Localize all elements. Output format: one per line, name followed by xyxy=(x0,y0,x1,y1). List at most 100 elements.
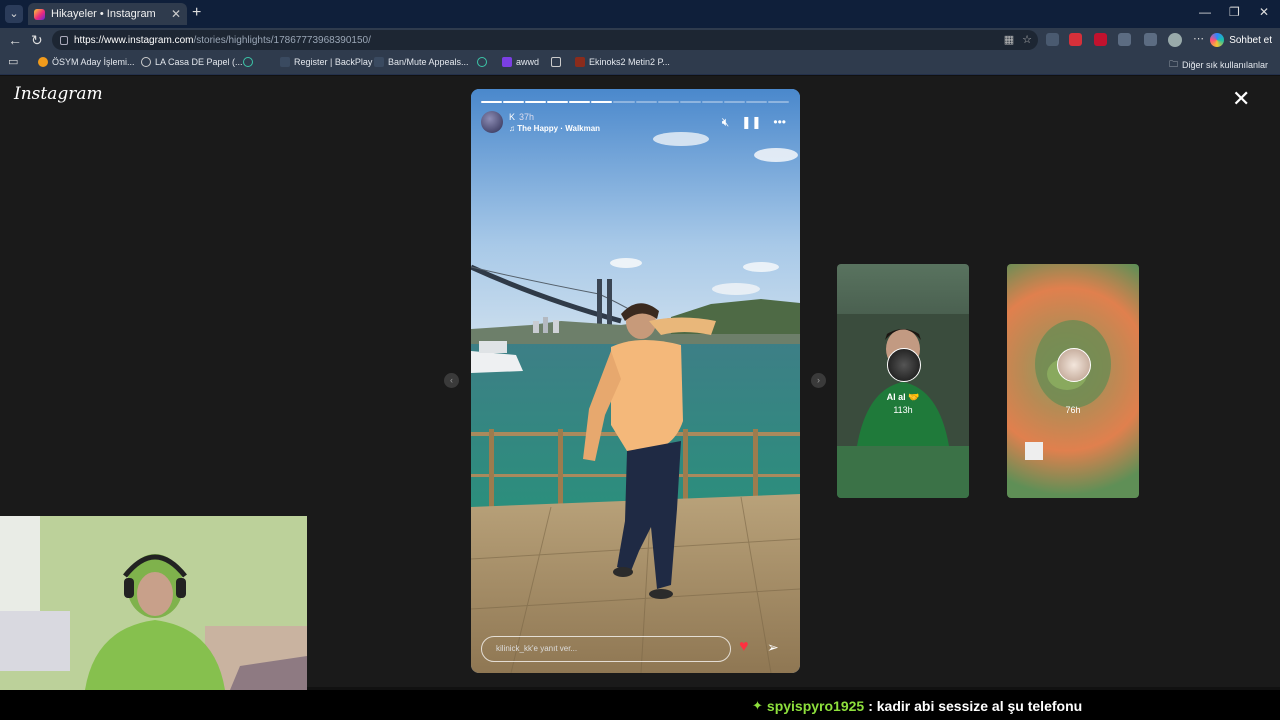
bookmark-page[interactable] xyxy=(551,57,565,67)
bookmarks-bar: ▭ ÖSYM Aday İşlemi... LA Casa DE Papel (… xyxy=(0,52,1280,75)
mute-icon[interactable]: 🔇︎ xyxy=(722,115,730,130)
refresh-icon[interactable]: ↻ xyxy=(31,32,43,49)
send-icon[interactable]: ➢ xyxy=(767,639,779,656)
screen: ⌄ Hikayeler • Instagram ✕ + — ❐ ✕ ← ↻ ht… xyxy=(0,0,1280,720)
bookmark-label: Ban/Mute Appeals... xyxy=(388,57,469,67)
song-label: The Happy · Walkman xyxy=(517,124,601,133)
chat-text: : kadir abi sessize al şu telefonu xyxy=(868,698,1083,714)
progress-segment xyxy=(591,101,613,103)
progress-segment xyxy=(547,101,569,103)
story-controls: 🔇︎ ❚❚ ••• xyxy=(722,115,786,130)
story-header: K 37h ♫ The Happy · Walkman xyxy=(481,111,600,135)
story-username[interactable]: K xyxy=(509,112,515,122)
tab-strip: ⌄ Hikayeler • Instagram ✕ + — ❐ ✕ xyxy=(0,0,1280,28)
favorites-icon[interactable] xyxy=(1144,33,1157,46)
openai-icon xyxy=(243,57,253,67)
profile-avatar[interactable] xyxy=(1168,33,1182,47)
story-time: 37h xyxy=(519,112,535,122)
awwd-icon xyxy=(502,57,512,67)
stream-bottom-bar xyxy=(0,690,1280,720)
progress-segment xyxy=(723,101,745,103)
close-story-icon[interactable]: ✕ xyxy=(1232,88,1250,110)
bookmark-la-casa[interactable]: LA Casa DE Papel (... xyxy=(141,57,243,67)
sidebar-icon[interactable]: ▭ xyxy=(8,55,18,68)
highlight-time: 76h xyxy=(1065,405,1081,415)
like-heart-icon[interactable]: ♥ xyxy=(739,638,749,656)
next-story-arrow-icon[interactable]: › xyxy=(811,373,826,388)
apps-icon[interactable]: ▦ xyxy=(1004,33,1014,46)
bookmark-label: Register | BackPlay xyxy=(294,57,373,67)
metin2-icon xyxy=(575,57,585,67)
story-song[interactable]: ♫ The Happy · Walkman xyxy=(509,123,600,135)
progress-segment xyxy=(525,101,547,103)
other-bookmarks-folder[interactable]: 🗀 Diğer sık kullanılanlar xyxy=(1169,57,1268,73)
bookmark-label: ÖSYM Aday İşlemi... xyxy=(52,57,135,67)
webcam-overlay xyxy=(0,516,307,690)
instagram-favicon-icon xyxy=(34,8,45,20)
progress-segment xyxy=(569,101,591,103)
bookmark-awwd[interactable]: awwd xyxy=(502,57,539,67)
openai-icon xyxy=(477,57,487,67)
story-user-avatar[interactable] xyxy=(481,111,503,133)
progress-segment xyxy=(768,101,790,103)
bookmark-label: Ekinoks2 Metin2 P... xyxy=(589,57,670,67)
highlight-avatar xyxy=(887,348,921,382)
bookmark-chatgpt[interactable] xyxy=(243,57,257,67)
bookmark-osym[interactable]: ÖSYM Aday İşlemi... xyxy=(38,57,135,67)
red-extension-icon[interactable] xyxy=(1094,33,1107,46)
more-menu-icon[interactable]: ⋯ xyxy=(1193,32,1204,45)
close-window-icon[interactable]: ✕ xyxy=(1259,5,1269,19)
browser-toolbar: ← ↻ https://www.instagram.com/stories/hi… xyxy=(0,28,1280,52)
address-bar[interactable]: https://www.instagram.com/stories/highli… xyxy=(52,30,1038,50)
close-tab-icon[interactable]: ✕ xyxy=(171,7,181,21)
appeals-icon xyxy=(374,57,384,67)
tab-instagram[interactable]: Hikayeler • Instagram ✕ xyxy=(28,3,187,25)
new-tab-icon[interactable]: + xyxy=(192,4,201,22)
progress-segment xyxy=(481,101,503,103)
stream-chat-message: ✦ spyispyro1925 : kadir abi sessize al ş… xyxy=(752,698,1082,714)
pause-icon[interactable]: ❚❚ xyxy=(741,115,761,130)
extensions-puzzle-icon[interactable] xyxy=(1118,33,1131,46)
bookmark-ekinoks2[interactable]: Ekinoks2 Metin2 P... xyxy=(575,57,670,67)
active-story[interactable]: K 37h ♫ The Happy · Walkman 🔇︎ ❚❚ ••• kil… xyxy=(471,89,800,673)
extension-icon[interactable] xyxy=(1046,33,1059,46)
highlight-time: 113h xyxy=(893,405,913,415)
chat-username: spyispyro1925 xyxy=(766,698,865,714)
progress-segment xyxy=(657,101,679,103)
reply-input[interactable]: kilinick_kk'e yanıt ver... xyxy=(481,636,731,662)
bookmark-ban-mute[interactable]: Ban/Mute Appeals... xyxy=(374,57,469,67)
highlight-thumbnail-2[interactable]: 76h xyxy=(1007,264,1139,498)
more-options-icon[interactable]: ••• xyxy=(773,115,786,130)
tab-list-menu-icon[interactable]: ⌄ xyxy=(5,5,23,23)
chat-button-label: Sohbet et xyxy=(1229,34,1272,46)
progress-segment xyxy=(745,101,768,103)
progress-segment xyxy=(701,101,723,103)
music-icon: ♫ xyxy=(509,124,518,133)
previous-story-arrow-icon[interactable]: ‹ xyxy=(444,373,459,388)
bookmark-backplay[interactable]: Register | BackPlay xyxy=(280,57,372,67)
youtube-extension-icon[interactable] xyxy=(1069,33,1082,46)
favorite-star-icon[interactable]: ☆ xyxy=(1022,33,1032,46)
story-progress-bar xyxy=(481,101,790,103)
progress-segment xyxy=(503,101,525,103)
instagram-logo[interactable]: Instagram xyxy=(14,84,103,104)
minimize-icon[interactable]: — xyxy=(1199,5,1211,19)
story-photo xyxy=(471,89,800,673)
backplay-icon xyxy=(280,57,290,67)
back-icon[interactable]: ← xyxy=(8,32,22,48)
tab-title: Hikayeler • Instagram xyxy=(51,8,156,20)
globe-icon xyxy=(141,57,151,67)
progress-segment xyxy=(613,101,635,103)
url-host: https://www.instagram.com xyxy=(74,34,194,46)
copilot-icon xyxy=(1210,33,1225,47)
sparkle-icon: ✦ xyxy=(752,698,763,713)
copilot-chat-button[interactable]: Sohbet et xyxy=(1210,30,1272,50)
page-icon xyxy=(551,57,561,67)
other-bookmarks-label: Diğer sık kullanılanlar xyxy=(1181,60,1268,70)
osym-icon xyxy=(38,57,48,67)
progress-segment xyxy=(679,101,701,103)
highlight-thumbnail-1[interactable]: Al al 🤝 113h xyxy=(837,264,969,498)
bookmark-chatgpt-2[interactable] xyxy=(477,57,491,67)
bookmark-label: awwd xyxy=(516,57,540,67)
restore-icon[interactable]: ❐ xyxy=(1229,5,1240,19)
